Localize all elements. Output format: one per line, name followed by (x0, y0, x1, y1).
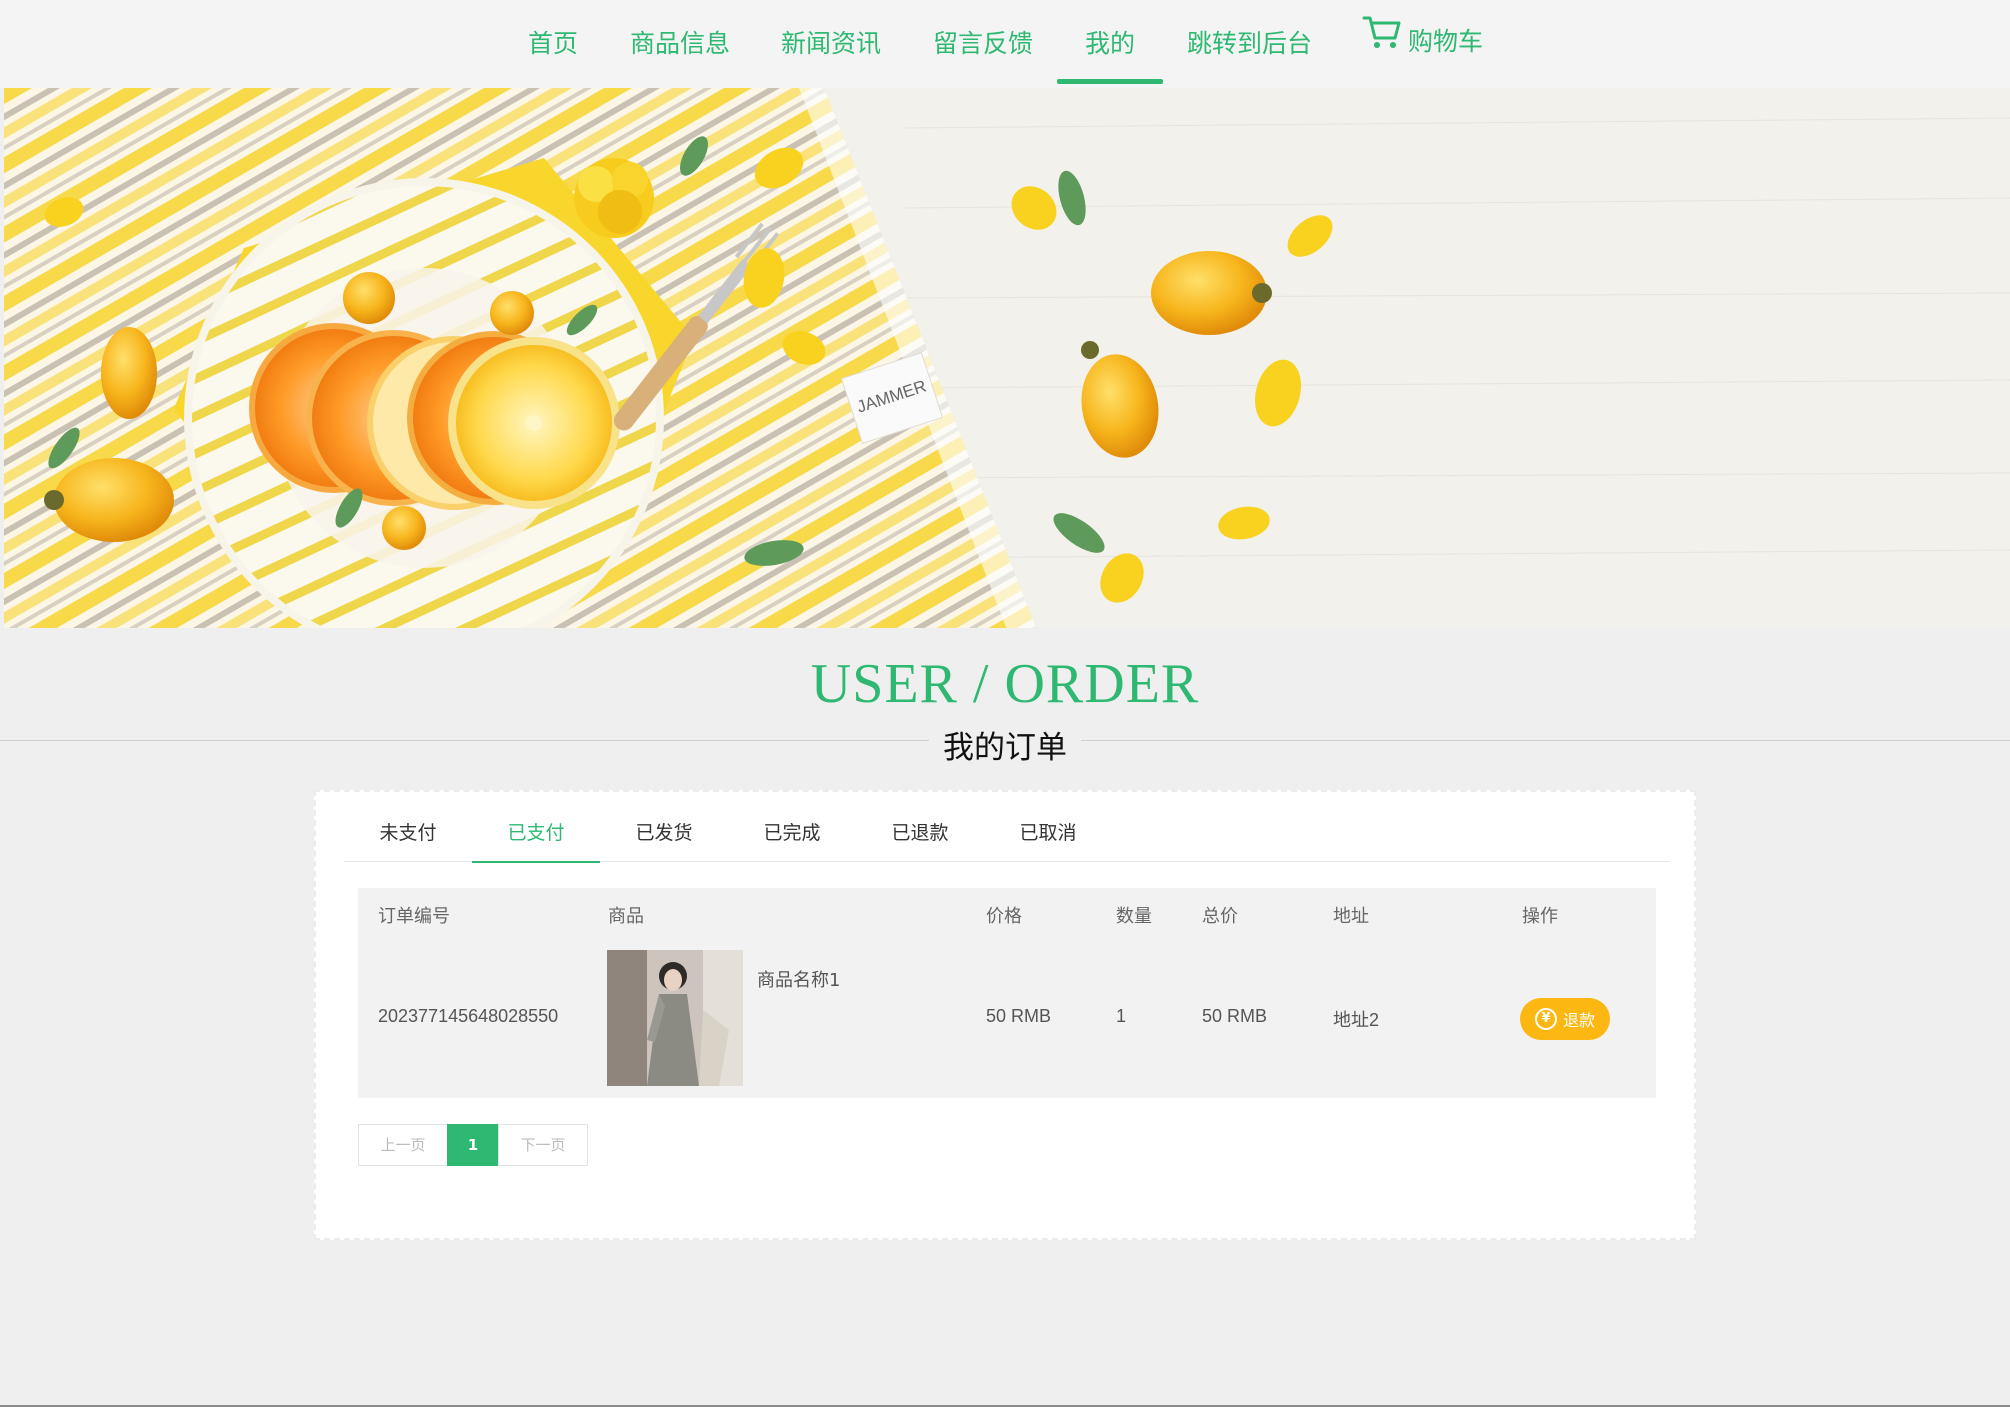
order-panel: 未支付 已支付 已发货 已完成 已退款 已取消 订单编号 商品 价格 数量 总价… (314, 790, 1696, 1240)
nav-item-cart[interactable]: 购物车 (1362, 0, 1483, 84)
nav-item-home[interactable]: 首页 (528, 0, 578, 84)
prev-page-button[interactable]: 上一页 (358, 1124, 448, 1166)
column-header-qty: 数量 (1116, 906, 1152, 927)
nav-item-products[interactable]: 商品信息 (630, 0, 730, 84)
tab-refunded[interactable]: 已退款 (856, 792, 984, 862)
product-thumbnail[interactable] (607, 950, 743, 1086)
nav-item-admin[interactable]: 跳转到后台 (1187, 0, 1312, 84)
cart-label: 购物车 (1408, 27, 1484, 56)
pagination: 上一页 1 下一页 (358, 1124, 588, 1166)
order-status-tabs: 未支付 已支付 已发货 已完成 已退款 已取消 (344, 792, 1670, 863)
total-value: 50 RMB (1202, 1006, 1268, 1026)
tab-paid[interactable]: 已支付 (472, 792, 600, 863)
current-page[interactable]: 1 (447, 1124, 499, 1166)
column-header-order-no: 订单编号 (378, 906, 450, 927)
quantity-value: 1 (1116, 1006, 1127, 1026)
column-header-price: 价格 (986, 906, 1022, 927)
tab-completed[interactable]: 已完成 (728, 792, 856, 862)
nav-item-mine[interactable]: 我的 (1056, 0, 1164, 84)
product-name[interactable]: 商品名称1 (757, 966, 840, 992)
section-title-cn: 我的订单 (929, 722, 1081, 767)
refund-button[interactable]: ¥ 退款 (1520, 998, 1610, 1040)
next-page-button[interactable]: 下一页 (498, 1124, 588, 1166)
price-value: 50 RMB (986, 1006, 1052, 1026)
nav-item-feedback[interactable]: 留言反馈 (933, 0, 1033, 84)
refund-button-label: 退款 (1562, 1011, 1595, 1030)
tab-cancelled[interactable]: 已取消 (984, 792, 1112, 862)
address-value: 地址2 (1333, 1010, 1380, 1030)
column-header-address: 地址 (1333, 906, 1369, 927)
tab-shipped[interactable]: 已发货 (600, 792, 728, 862)
hero-banner: JAMMER (4, 88, 2010, 628)
order-table: 订单编号 商品 价格 数量 总价 地址 操作 20237714564802855… (358, 888, 1656, 1098)
order-number: 202377145648028550 (378, 1006, 559, 1026)
nav-item-news[interactable]: 新闻资讯 (781, 0, 881, 84)
column-header-action: 操作 (1522, 906, 1558, 927)
column-header-total: 总价 (1202, 906, 1238, 927)
column-header-product: 商品 (608, 906, 644, 927)
banner-image: JAMMER (4, 88, 2010, 628)
section-title-en: USER / ORDER (810, 653, 1200, 715)
yen-icon: ¥ (1534, 1008, 1557, 1030)
top-nav: 首页 商品信息 新闻资讯 留言反馈 我的 跳转到后台 购物车 (0, 0, 2010, 88)
tab-unpaid[interactable]: 未支付 (344, 792, 472, 862)
cart-icon (1362, 0, 1402, 86)
page: 首页 商品信息 新闻资讯 留言反馈 我的 跳转到后台 购物车 JAMMER US… (0, 0, 2010, 1407)
